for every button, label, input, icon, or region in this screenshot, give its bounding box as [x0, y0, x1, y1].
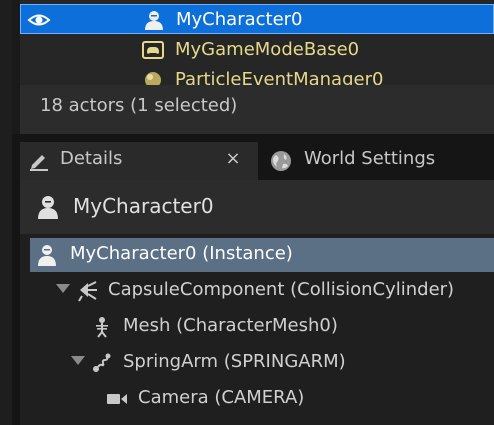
outliner-actor-list[interactable]: MyCharacter0 MyGameModeBase0 ParticleEve… [20, 0, 494, 85]
outliner-status-bar: 18 actors (1 selected) [20, 85, 494, 134]
scrolled-row-sliver [140, 0, 200, 2]
left-edge-panel [0, 0, 12, 425]
world-outliner: MyCharacter0 MyGameModeBase0 ParticleEve… [12, 0, 494, 134]
world-globe-icon [271, 151, 291, 171]
details-pencil-icon [30, 155, 48, 171]
close-icon[interactable]: × [223, 148, 243, 169]
panel-tab-strip: Details × World Settings [12, 134, 494, 180]
outliner-row-label: MyCharacter0 [176, 9, 303, 30]
component-label: CapsuleComponent (CollisionCylinder) [108, 279, 455, 300]
skeleton-icon [96, 317, 108, 338]
outliner-row-mycharacter[interactable]: MyCharacter0 [20, 4, 494, 34]
tab-world-settings[interactable]: World Settings [262, 142, 494, 180]
component-row-mesh[interactable]: Mesh (CharacterMesh0) [30, 310, 494, 344]
component-tree: MyCharacter0 (Instance) CapsuleComponent… [20, 234, 494, 425]
visibility-eye-icon[interactable] [27, 10, 51, 30]
character-icon [38, 245, 56, 266]
details-header: MyCharacter0 [20, 180, 494, 234]
character-icon [145, 11, 163, 30]
gamemode-icon [142, 41, 164, 59]
selected-actor-name: MyCharacter0 [73, 194, 214, 218]
component-label: SpringArm (SPRINGARM) [123, 351, 346, 372]
actor-sphere-icon [145, 72, 161, 85]
tab-label: Details [60, 148, 123, 169]
editor-window: MyCharacter0 MyGameModeBase0 ParticleEve… [0, 0, 494, 425]
outliner-row-particleeventmanager[interactable]: ParticleEventManager0 [20, 65, 494, 85]
tab-label: World Settings [304, 148, 436, 169]
outliner-row-label: MyGameModeBase0 [175, 39, 360, 60]
details-panel: MyCharacter0 MyCharacter0 (Instance) Cap [20, 180, 494, 425]
component-label: Camera (CAMERA) [138, 387, 305, 408]
component-row-springarm[interactable]: SpringArm (SPRINGARM) [30, 346, 494, 380]
actor-count-status: 18 actors (1 selected) [40, 95, 238, 116]
component-label: Mesh (CharacterMesh0) [123, 315, 338, 336]
expand-arrow-icon[interactable] [71, 356, 85, 365]
component-row-instance[interactable]: MyCharacter0 (Instance) [30, 238, 494, 272]
outliner-row-mygamemodebase[interactable]: MyGameModeBase0 [20, 35, 494, 65]
camera-icon [107, 394, 127, 404]
outliner-row-label: ParticleEventManager0 [175, 69, 384, 85]
expand-arrow-icon[interactable] [56, 284, 70, 293]
character-icon [38, 196, 58, 219]
component-row-capsule[interactable]: CapsuleComponent (CollisionCylinder) [30, 274, 494, 308]
component-row-camera[interactable]: Camera (CAMERA) [30, 382, 494, 416]
capsule-icon [78, 281, 97, 302]
component-label: MyCharacter0 (Instance) [70, 243, 293, 264]
tab-details[interactable]: Details × [20, 142, 258, 180]
springarm-icon [93, 353, 111, 372]
